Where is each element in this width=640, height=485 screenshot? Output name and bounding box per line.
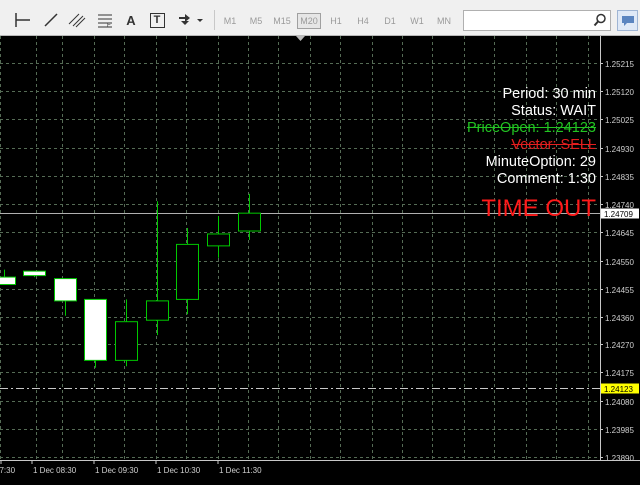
svg-text:F: F [107,23,111,28]
period-label: Period: 30 min [502,86,597,102]
search-icon[interactable] [593,13,607,27]
x-tick-label: 1 Dec 09:30 [95,466,139,475]
text-label-tool-button[interactable]: T [146,9,168,31]
current-price-label: 1.24709 [604,210,633,219]
trendline-icon [44,13,58,27]
channel-icon [68,13,86,28]
minute-option-label: MinuteOption: 29 [485,154,596,170]
y-tick-label: 1.24360 [605,314,634,323]
timeframe-m1[interactable]: M1 [218,13,242,29]
timeframe-h4[interactable]: H4 [351,13,375,29]
y-tick-label: 1.25120 [605,88,634,97]
timeframe-d1[interactable]: D1 [378,13,402,29]
y-tick-label: 1.24455 [605,286,634,295]
timeframe-m5[interactable]: M5 [244,13,268,29]
community-button[interactable] [617,10,638,31]
bull-candle [176,243,199,300]
timeframe-m20[interactable]: M20 [297,13,321,29]
comment-label: Comment: 1:30 [496,171,596,187]
x-tick-label: 1 Dec 10:30 [157,466,201,475]
horizontal-line-icon [16,19,30,21]
y-tick-label: 1.24930 [605,145,634,154]
channel-tool-button[interactable] [66,9,88,31]
toolbar-separator [214,10,215,30]
toolbar: F A T M1 M5 M15 M20 H1 H4 D1 W1 MN [0,0,640,36]
bear-candle [54,278,77,302]
search-input[interactable] [463,10,611,31]
y-tick-label: 1.24270 [605,341,634,350]
status-label: Status: WAIT [511,103,596,119]
bear-candle [23,270,46,277]
bull-candle [238,212,261,232]
price-open-label: PriceOpen: 1.24123 [467,120,596,136]
y-tick-label: 1.24550 [605,258,634,267]
x-tick-label: 1 Dec 08:30 [33,466,77,475]
y-tick-label: 1.23985 [605,426,634,435]
chart-shift-marker [296,36,305,41]
trendline-tool-button[interactable] [40,9,62,31]
price-chart[interactable]: 1.25215 1.25120 1.25025 1.24930 1.24835 1.247… [0,36,640,480]
y-tick-label: 1.24175 [605,369,634,378]
y-tick-label: 1.24080 [605,398,634,407]
x-tick-label: 1 Dec 11:30 [219,466,262,475]
chat-icon [621,15,634,26]
bull-candle [146,300,169,321]
arrows-icon [179,14,203,25]
fibonacci-icon: F [98,14,112,28]
text-label-icon: T [149,12,165,28]
y-tick-label: 1.24645 [605,229,634,238]
timeframe-mn[interactable]: MN [432,13,456,29]
info-panel: Period: 30 min Status: WAIT PriceOpen: 1… [467,86,596,222]
arrows-tool-dropdown[interactable] [176,9,204,31]
y-tick-label: 1.25215 [605,60,634,69]
timeframe-h1[interactable]: H1 [324,13,348,29]
timeframe-w1[interactable]: W1 [405,13,429,29]
bear-candle [0,276,16,286]
vector-label: Vector: SELL [511,137,596,153]
text-tool-button[interactable]: A [120,9,142,31]
fibonacci-tool-button[interactable]: F [94,9,116,31]
horizontal-line-tool-button[interactable] [12,9,34,31]
timeframe-m15[interactable]: M15 [270,13,294,29]
open-price-label: 1.24123 [604,385,633,394]
timeout-label: TIME OUT [481,195,596,222]
y-tick-label: 1.24835 [605,173,634,182]
bull-candle [115,321,138,361]
bear-candle [84,298,107,361]
y-tick-label: 1.25025 [605,116,634,125]
bull-candle [207,233,230,247]
x-tick-label: 07:30 [0,466,16,475]
y-tick-label: 1.23890 [605,454,634,463]
